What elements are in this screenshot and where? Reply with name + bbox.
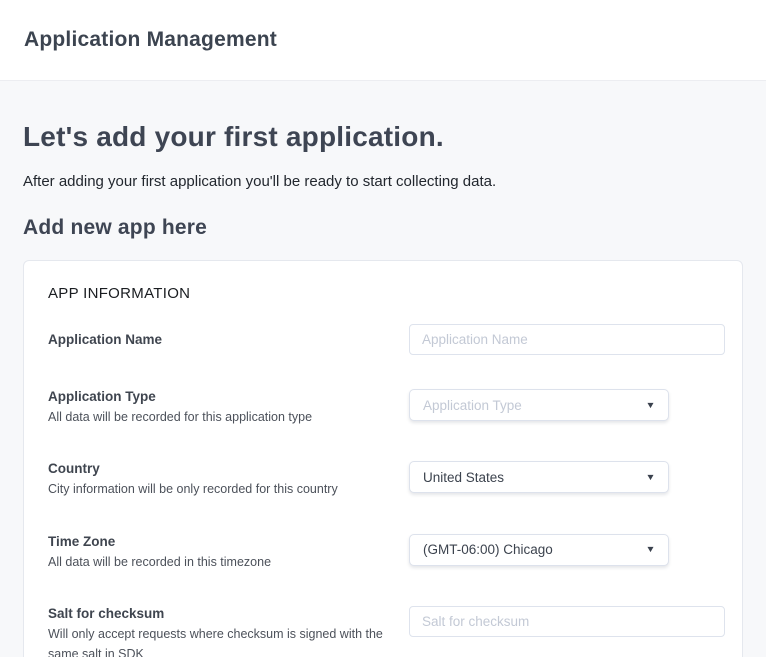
field-control [409,324,725,355]
time-zone-label: Time Zone [48,534,389,549]
form-row-salt-for-checksum: Salt for checksum Will only accept reque… [48,606,725,657]
country-description: City information will be only recorded f… [48,480,388,499]
field-meta: Salt for checksum Will only accept reque… [48,606,409,657]
field-control: Application Type ▼ [409,389,725,421]
field-meta: Application Name [48,332,409,347]
main-content: Let's add your first application. After … [0,81,766,657]
time-zone-dropdown[interactable]: (GMT-06:00) Chicago ▼ [409,534,669,566]
header-bar: Application Management [0,0,766,81]
form-row-application-type: Application Type All data will be record… [48,389,725,427]
salt-for-checksum-label: Salt for checksum [48,606,389,621]
country-dropdown[interactable]: United States ▼ [409,461,669,493]
page-title: Application Management [24,28,277,52]
field-control: United States ▼ [409,461,725,493]
dropdown-value-text: (GMT-06:00) Chicago [423,542,553,557]
salt-for-checksum-input[interactable] [409,606,725,637]
hero-subheading: After adding your first application you'… [23,173,743,190]
dropdown-placeholder-text: Application Type [423,398,522,413]
country-label: Country [48,461,389,476]
field-meta: Application Type All data will be record… [48,389,409,427]
caret-down-icon: ▼ [645,401,655,410]
application-name-label: Application Name [48,332,389,347]
salt-for-checksum-description: Will only accept requests where checksum… [48,625,388,657]
add-app-section-heading: Add new app here [23,216,743,240]
caret-down-icon: ▼ [645,473,655,482]
application-type-label: Application Type [48,389,389,404]
field-meta: Time Zone All data will be recorded in t… [48,534,409,572]
dropdown-value-text: United States [423,470,504,485]
form-row-application-name: Application Name [48,324,725,355]
form-row-country: Country City information will be only re… [48,461,725,499]
field-control: (GMT-06:00) Chicago ▼ [409,534,725,566]
app-information-card: APP INFORMATION Application Name Applica… [23,260,743,657]
form-row-time-zone: Time Zone All data will be recorded in t… [48,534,725,572]
time-zone-description: All data will be recorded in this timezo… [48,553,388,572]
caret-down-icon: ▼ [645,545,655,554]
application-name-input[interactable] [409,324,725,355]
field-control [409,606,725,637]
field-meta: Country City information will be only re… [48,461,409,499]
application-type-dropdown[interactable]: Application Type ▼ [409,389,669,421]
application-type-description: All data will be recorded for this appli… [48,408,388,427]
card-section-title: APP INFORMATION [48,285,725,302]
hero-heading: Let's add your first application. [23,81,743,153]
